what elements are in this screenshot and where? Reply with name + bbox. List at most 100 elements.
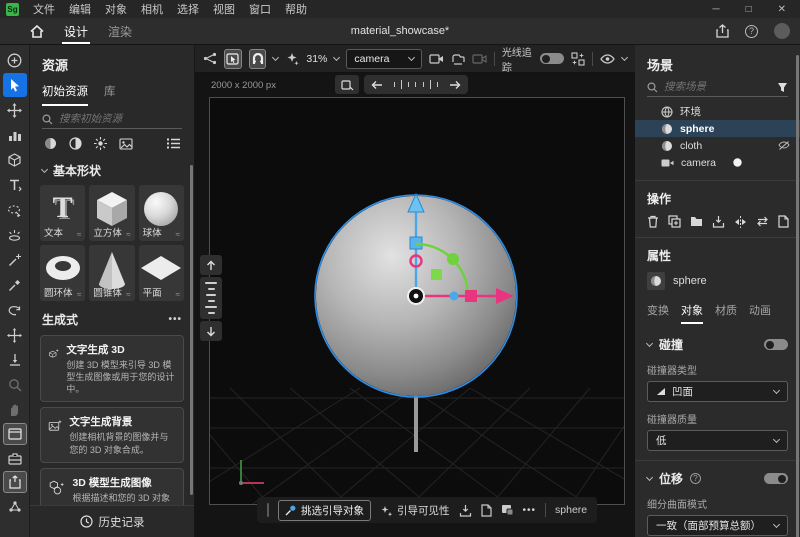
tab-starter-assets[interactable]: 初始资源	[42, 83, 88, 106]
down-arrow-icon[interactable]	[200, 321, 222, 341]
drag-handle-icon[interactable]: ≈	[126, 230, 130, 239]
next-arrow-icon[interactable]	[442, 75, 468, 94]
cube-tool-icon[interactable]	[3, 148, 27, 172]
collider-quality-select[interactable]: 低	[647, 430, 788, 451]
assets-scrollbar[interactable]	[190, 165, 193, 495]
filter-images-icon[interactable]	[119, 138, 133, 150]
duplicate-icon[interactable]	[668, 215, 681, 228]
active-camera-dot[interactable]	[733, 158, 742, 167]
camera-add-icon[interactable]	[429, 53, 444, 65]
toolbox-icon[interactable]	[3, 446, 27, 470]
chevron-down-icon[interactable]	[621, 54, 628, 61]
guide-visibility-button[interactable]: 引导可见性	[380, 503, 450, 518]
scene-search[interactable]	[647, 81, 788, 97]
3d-viewport[interactable]	[209, 97, 625, 505]
translate-tool-icon[interactable]	[3, 323, 27, 347]
tab-animation[interactable]: 动画	[749, 302, 771, 324]
import-icon[interactable]	[712, 215, 725, 228]
history-button[interactable]: 历史记录	[30, 505, 194, 537]
assets-search-input[interactable]	[59, 113, 182, 125]
loop-tool-icon[interactable]	[3, 298, 27, 322]
raytracing-toggle[interactable]	[540, 53, 564, 64]
shape-card-torus[interactable]: 圆环体 ≈	[40, 245, 85, 301]
chevron-down-icon[interactable]	[646, 340, 653, 347]
drag-handle-icon[interactable]: ≈	[176, 290, 180, 299]
eyedropper-tool-icon[interactable]	[3, 273, 27, 297]
displacement-toggle[interactable]	[764, 473, 788, 484]
help-icon[interactable]: ?	[690, 473, 701, 484]
close-button[interactable]: ✕	[778, 4, 786, 15]
denoise-icon[interactable]	[571, 52, 585, 66]
lasso-select-tool-icon[interactable]	[3, 198, 27, 222]
menu-view[interactable]: 视图	[213, 1, 235, 17]
select-mode-icon[interactable]	[224, 49, 242, 69]
drag-handle-icon[interactable]: ≈	[176, 230, 180, 239]
zoom-tool-icon[interactable]	[3, 373, 27, 397]
tab-library[interactable]: 库	[104, 83, 116, 106]
tab-render[interactable]: 渲染	[106, 18, 134, 44]
text-transform-tool-icon[interactable]	[3, 173, 27, 197]
scene-item-environment[interactable]: 环境	[635, 103, 800, 120]
zoom-level[interactable]: 31%	[306, 53, 327, 65]
tab-transform[interactable]: 变换	[647, 302, 669, 324]
menu-camera[interactable]: 相机	[141, 1, 163, 17]
magic-wand-tool-icon[interactable]	[3, 248, 27, 272]
menu-select[interactable]: 选择	[177, 1, 199, 17]
scene-item-sphere[interactable]: sphere	[635, 120, 800, 137]
shape-card-plane[interactable]: 平面 ≈	[139, 245, 184, 301]
shape-card-cube[interactable]: 立方体 ≈	[89, 185, 134, 241]
frame-scrubber[interactable]	[390, 80, 442, 90]
menu-help[interactable]: 帮助	[285, 1, 307, 17]
eye-icon[interactable]	[600, 54, 615, 64]
mirror-icon[interactable]	[734, 216, 747, 228]
shape-card-text[interactable]: T 文本 ≈	[40, 185, 85, 241]
pan-hand-tool-icon[interactable]	[3, 398, 27, 422]
camera-disabled-icon[interactable]	[472, 53, 487, 65]
drop-to-floor-tool-icon[interactable]	[3, 348, 27, 372]
filter-icon[interactable]	[777, 82, 788, 93]
menu-object[interactable]: 对象	[105, 1, 127, 17]
list-view-icon[interactable]	[167, 138, 180, 149]
chevron-down-icon[interactable]	[272, 54, 279, 61]
move-tool-icon[interactable]	[3, 98, 27, 122]
align-tool-icon[interactable]	[3, 123, 27, 147]
guide-layers-icon[interactable]	[501, 504, 514, 516]
drag-handle-icon[interactable]: ≈	[77, 290, 81, 299]
drag-handle-icon[interactable]: ≈	[77, 230, 81, 239]
sparkle-icon[interactable]	[285, 52, 299, 66]
node-link-icon[interactable]	[3, 494, 27, 518]
camera-select[interactable]: camera	[346, 49, 422, 69]
chevron-down-icon[interactable]	[333, 54, 340, 61]
assets-search[interactable]	[42, 113, 182, 129]
pick-guide-object-button[interactable]: 挑选引导对象	[278, 500, 371, 521]
export-icon[interactable]	[3, 471, 27, 493]
reframe-icon[interactable]	[335, 75, 359, 94]
guide-file-icon[interactable]	[481, 504, 492, 517]
scene-search-input[interactable]	[664, 81, 771, 93]
share-icon[interactable]	[716, 24, 729, 38]
replace-file-icon[interactable]	[778, 215, 789, 228]
import-guide-icon[interactable]	[459, 504, 472, 517]
collider-type-select[interactable]: 凹面	[647, 381, 788, 402]
area-light-tool-icon[interactable]	[3, 223, 27, 247]
node-graph-icon[interactable]	[203, 52, 217, 65]
chevron-down-icon[interactable]	[646, 474, 653, 481]
tab-object[interactable]: 对象	[681, 302, 703, 324]
menu-window[interactable]: 窗口	[249, 1, 271, 17]
menu-file[interactable]: 文件	[33, 1, 55, 17]
nudge-scale[interactable]	[200, 277, 222, 319]
swap-icon[interactable]	[756, 216, 769, 227]
more-options-icon[interactable]: •••	[523, 505, 537, 516]
maximize-button[interactable]: □	[746, 4, 752, 15]
up-arrow-icon[interactable]	[200, 255, 222, 275]
filter-materials-icon[interactable]	[69, 137, 82, 150]
snap-magnet-icon[interactable]	[249, 49, 267, 69]
avatar[interactable]	[774, 23, 790, 39]
more-options-icon[interactable]: •••	[168, 314, 182, 325]
visibility-off-icon[interactable]	[778, 141, 790, 151]
delete-icon[interactable]	[647, 215, 659, 228]
gen-card-text-to-3d[interactable]: 文字生成 3D 创建 3D 模型来引导 3D 模型生成图像或用于您的设计中。	[40, 335, 184, 402]
filter-lights-icon[interactable]	[94, 137, 107, 150]
add-tool-icon[interactable]	[3, 48, 27, 72]
prev-arrow-icon[interactable]	[364, 75, 390, 94]
